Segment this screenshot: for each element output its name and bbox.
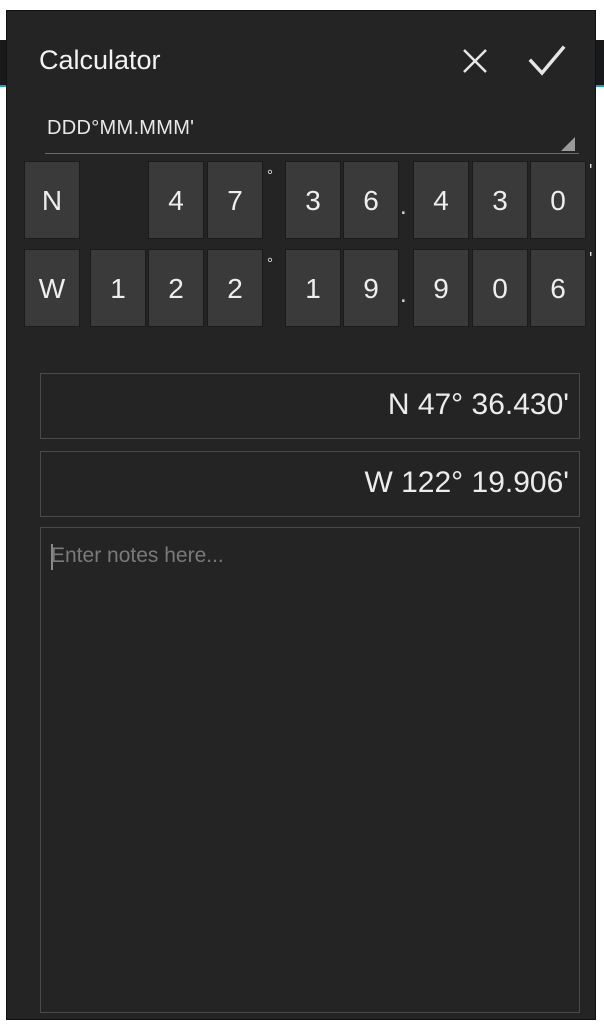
lat-deg-digit-2[interactable]: 4 (148, 161, 204, 239)
longitude-result: W 122° 19.906' (40, 451, 580, 517)
coordinate-format-value: DDD°MM.MMM' (47, 117, 195, 139)
lon-dec-digit-2[interactable]: 0 (472, 249, 528, 327)
longitude-value: W 122° 19.906' (364, 466, 569, 499)
lon-minute-symbol: ' (589, 249, 593, 269)
lon-deg-digit-3[interactable]: 2 (207, 249, 263, 327)
calculator-dialog: Calculator DDD°MM.MMM' N 4 7 ° 3 6 . 4 3… (6, 10, 596, 1020)
lat-dec-digit-2[interactable]: 3 (472, 161, 528, 239)
lon-deg-digit-2[interactable]: 2 (148, 249, 204, 327)
screen: Calculator DDD°MM.MMM' N 4 7 ° 3 6 . 4 3… (0, 0, 604, 1026)
cancel-button[interactable] (453, 39, 497, 83)
close-icon (463, 49, 487, 73)
lat-dec-digit-3[interactable]: 0 (530, 161, 586, 239)
check-icon (528, 45, 566, 76)
dialog-header: Calculator (7, 11, 595, 95)
lon-min-digit-1[interactable]: 1 (285, 249, 341, 327)
notes-placeholder: Enter notes here... (51, 544, 224, 567)
lat-deg-digit-3[interactable]: 7 (207, 161, 263, 239)
coordinate-format-dropdown[interactable]: DDD°MM.MMM' (45, 107, 579, 154)
lon-degree-symbol: ° (267, 255, 273, 272)
lon-deg-digit-1[interactable]: 1 (90, 249, 146, 327)
latitude-value: N 47° 36.430' (387, 388, 569, 421)
lat-decimal-point: . (400, 193, 407, 220)
dialog-title: Calculator (39, 45, 161, 75)
lat-degree-symbol: ° (267, 167, 273, 184)
lat-minute-symbol: ' (589, 161, 593, 181)
lon-decimal-point: . (400, 281, 407, 308)
hemisphere-lat-key[interactable]: N (24, 161, 80, 239)
lon-dec-digit-1[interactable]: 9 (413, 249, 469, 327)
hemisphere-lon-key[interactable]: W (24, 249, 80, 327)
latitude-result: N 47° 36.430' (40, 373, 580, 439)
lat-min-digit-2[interactable]: 6 (343, 161, 399, 239)
confirm-button[interactable] (525, 39, 569, 83)
dropdown-arrow-icon (561, 137, 575, 151)
lat-min-digit-1[interactable]: 3 (285, 161, 341, 239)
lon-dec-digit-3[interactable]: 6 (530, 249, 586, 327)
lon-min-digit-2[interactable]: 9 (343, 249, 399, 327)
lat-dec-digit-1[interactable]: 4 (413, 161, 469, 239)
notes-input[interactable]: Enter notes here... (40, 527, 580, 1013)
